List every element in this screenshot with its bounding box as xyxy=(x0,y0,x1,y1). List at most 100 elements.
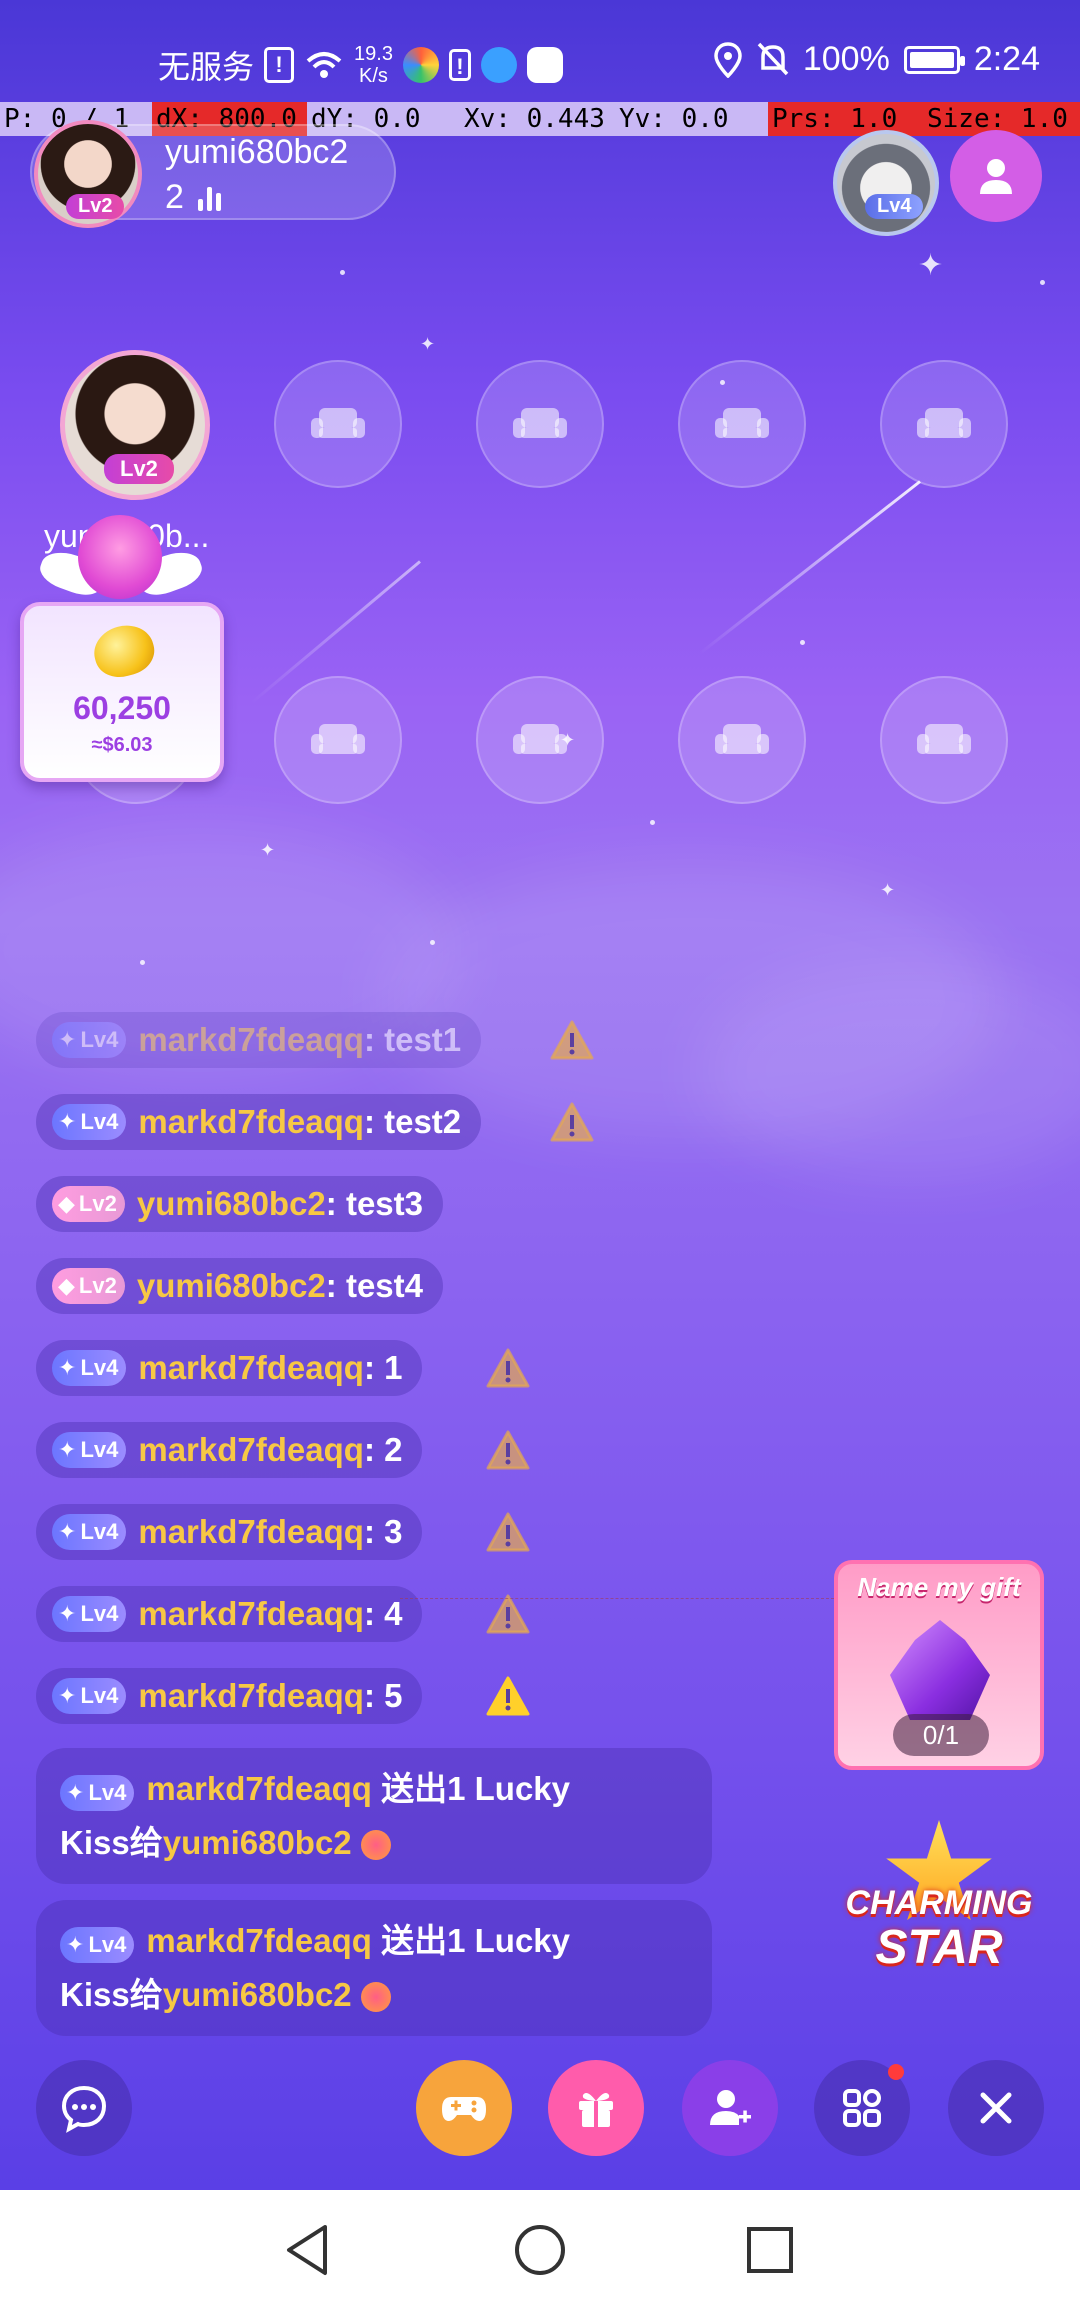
user-icon xyxy=(980,159,1012,194)
recents-button[interactable] xyxy=(740,2220,800,2280)
sparkle-icon: ✦ xyxy=(260,840,276,860)
user-list-button[interactable] xyxy=(950,130,1042,222)
home-circle-icon xyxy=(515,2225,565,2275)
level-badge: ◆ Lv2 xyxy=(52,1268,125,1304)
chat-message: ◆ Lv2 yumi680bc2 : test3 xyxy=(36,1176,443,1232)
empty-seat[interactable] xyxy=(476,676,604,804)
star-dot xyxy=(340,270,345,275)
chat-text: : 1 xyxy=(363,1349,403,1386)
shooting-star xyxy=(698,480,921,656)
coin-value: 60,250 xyxy=(73,690,171,726)
gem-icon: ◆ xyxy=(58,1191,75,1216)
empty-seat[interactable] xyxy=(880,360,1008,488)
chat-username[interactable]: markd7fdeaqq xyxy=(138,1103,364,1141)
diamond-icon: ✦ xyxy=(58,1601,77,1626)
sender-name: markd7fdeaqq xyxy=(146,1770,372,1807)
home-button[interactable] xyxy=(510,2220,570,2280)
gift-message: ✦ Lv4 markd7fdeaqq 送出1 Lucky Kiss给yumi680bc… xyxy=(36,1748,712,1884)
gift-button[interactable] xyxy=(548,2060,644,2156)
top-user-level-badge: Lv4 xyxy=(865,194,924,219)
wifi-icon xyxy=(306,52,342,78)
debug-line xyxy=(400,1598,834,1599)
more-apps-button[interactable] xyxy=(814,2060,910,2156)
recents-square-icon xyxy=(747,2227,793,2273)
game-controller-icon xyxy=(442,2097,486,2121)
empty-seat[interactable] xyxy=(274,360,402,488)
chat-username[interactable]: markd7fdeaqq xyxy=(138,1677,364,1715)
mascot-icon xyxy=(78,515,162,599)
chat-message: ✦ Lv4 markd7fdeaqq : 1 xyxy=(36,1340,423,1396)
empty-seat[interactable] xyxy=(678,360,806,488)
chat-message: ◆ Lv2 yumi680bc2 : test4 xyxy=(36,1258,443,1314)
chat-username[interactable]: markd7fdeaqq xyxy=(138,1595,364,1633)
chat-username[interactable]: yumi680bc2 xyxy=(137,1267,326,1305)
chat-username[interactable]: markd7fdeaqq xyxy=(138,1349,364,1387)
empty-seat[interactable] xyxy=(880,676,1008,804)
sofa-icon xyxy=(715,724,769,754)
host-seat-level-badge: Lv2 xyxy=(104,454,174,484)
chat-text: : test3 xyxy=(325,1185,423,1222)
diamond-icon: ✦ xyxy=(58,1519,77,1544)
chat-username[interactable]: yumi680bc2 xyxy=(137,1185,326,1223)
report-warning-icon[interactable] xyxy=(486,1512,530,1552)
crystal-icon xyxy=(890,1620,990,1720)
empty-seat[interactable] xyxy=(476,360,604,488)
notification-dot xyxy=(888,2064,904,2080)
empty-seat[interactable] xyxy=(274,676,402,804)
report-warning-icon[interactable] xyxy=(486,1348,530,1388)
gift-message: ✦ Lv4 markd7fdeaqq 送出1 Lucky Kiss给yumi680bc… xyxy=(36,1900,712,2036)
host-name: yumi680bc2 xyxy=(165,133,349,171)
chat-text: : 5 xyxy=(363,1677,403,1714)
name-my-gift-card[interactable]: Name my gift 0/1 xyxy=(834,1560,1044,1770)
viewer-count[interactable]: 2 xyxy=(165,178,221,217)
chat-text: : 4 xyxy=(363,1595,403,1632)
report-warning-icon[interactable] xyxy=(486,1430,530,1470)
coin-reward-card[interactable]: 60,250 ≈$6.03 xyxy=(20,602,224,782)
level-badge: ✦ Lv4 xyxy=(60,1775,135,1811)
gift-progress: 0/1 xyxy=(893,1714,989,1756)
chat-username[interactable]: markd7fdeaqq xyxy=(138,1021,364,1059)
game-button[interactable] xyxy=(416,2060,512,2156)
star-dot xyxy=(430,940,435,945)
app-icon xyxy=(480,47,517,83)
chat-button[interactable] xyxy=(36,2060,132,2156)
sparkle-icon: ✦ xyxy=(880,880,896,900)
chat-text: : test2 xyxy=(363,1103,462,1140)
report-warning-icon[interactable] xyxy=(486,1594,530,1634)
star-dot xyxy=(800,640,805,645)
chat-username[interactable]: markd7fdeaqq xyxy=(138,1513,364,1551)
level-badge: ✦ Lv4 xyxy=(52,1432,127,1468)
star-dot xyxy=(650,820,655,825)
add-user-button[interactable] xyxy=(682,2060,778,2156)
chat-message: ✦ Lv4 markd7fdeaqq : test1 xyxy=(36,1012,482,1068)
coin-icon xyxy=(88,619,160,683)
chat-message: ✦ Lv4 markd7fdeaqq : 4 xyxy=(36,1586,423,1642)
back-button[interactable] xyxy=(278,2220,338,2280)
mute-bell-icon xyxy=(757,42,789,75)
location-icon xyxy=(714,41,742,78)
report-warning-icon[interactable] xyxy=(550,1020,594,1060)
clock: 2:24 xyxy=(973,40,1040,78)
charming-star-line1: CHARMING xyxy=(845,1884,1033,1922)
gift-action: 送出1 Lucky xyxy=(371,1922,571,1959)
sim-alert-icon: ! xyxy=(264,47,295,83)
report-warning-icon[interactable] xyxy=(550,1102,594,1142)
coin-usd-value: ≈$6.03 xyxy=(91,734,153,756)
sofa-icon xyxy=(917,408,971,438)
top-user-avatar[interactable] xyxy=(833,130,939,236)
lucky-kiss-icon xyxy=(360,1830,391,1861)
viewer-count-value: 2 xyxy=(165,178,184,216)
huawei-icon xyxy=(526,47,563,83)
empty-seat[interactable] xyxy=(678,676,806,804)
notification-icon: ! xyxy=(448,49,471,81)
charming-star-banner[interactable]: CHARMING STAR xyxy=(844,1810,1034,1990)
close-icon xyxy=(980,2092,1012,2124)
chat-username[interactable]: markd7fdeaqq xyxy=(138,1431,364,1469)
report-warning-icon[interactable] xyxy=(486,1676,530,1716)
chat-text: : 3 xyxy=(363,1513,403,1550)
chat-text: : 2 xyxy=(363,1431,403,1468)
star-dot xyxy=(1040,280,1045,285)
close-room-button[interactable] xyxy=(948,2060,1044,2156)
host-level-badge: Lv2 xyxy=(66,194,125,219)
level-badge: ✦ Lv4 xyxy=(52,1678,127,1714)
